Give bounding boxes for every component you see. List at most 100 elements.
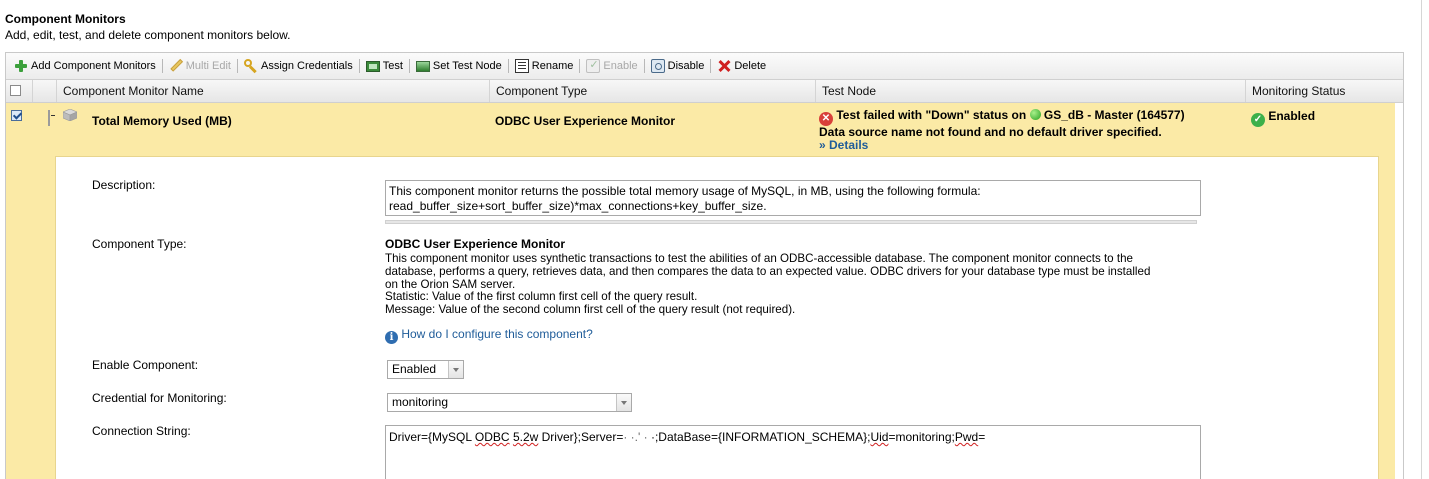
test-error-message: Data source name not found and no defaul… (819, 125, 1162, 139)
enable-component-label: Enable Component: (92, 358, 199, 372)
disable-icon (650, 59, 665, 73)
assign-credentials-label: Assign Credentials (260, 60, 353, 72)
add-icon (14, 59, 28, 73)
delete-button[interactable]: Delete (714, 56, 769, 76)
connection-string-label: Connection String: (92, 424, 191, 438)
toolbar-separator (236, 59, 238, 73)
connection-text: Uid (870, 430, 889, 444)
connection-text: Driver={MySQL (389, 430, 475, 444)
connection-text: · ·.' · (623, 430, 648, 444)
connection-text: Driver};Server= (538, 430, 624, 444)
node-up-icon (1029, 109, 1041, 120)
monitoring-status: ✓ Enabled (1251, 109, 1315, 127)
row-checkbox[interactable] (11, 110, 22, 121)
chevron-down-icon (448, 361, 463, 378)
delete-label: Delete (734, 60, 767, 72)
toolbar-separator (161, 59, 163, 73)
description-textarea[interactable]: This component monitor returns the possi… (385, 180, 1201, 216)
description-line-2: read_buffer_size+sort_buffer_size)*max_c… (389, 199, 767, 213)
error-icon: ✕ (819, 112, 833, 126)
component-detail-panel: Description: This component monitor retu… (55, 156, 1379, 479)
connection-text: = (978, 430, 986, 444)
help-link-row[interactable]: i How do I configure this component? (385, 327, 593, 344)
connection-text: ·;DataBase={INFORMATION_SCHEMA}; (647, 430, 871, 444)
connection-text: ODBC (474, 430, 510, 444)
component-type-title: ODBC User Experience Monitor (385, 237, 566, 251)
add-component-monitors-label: Add Component Monitors (31, 60, 156, 72)
credential-value: monitoring (392, 395, 449, 409)
toolbar: Add Component Monitors Multi Edit Assign… (6, 53, 1403, 80)
header-select-all-cell (6, 80, 32, 102)
assign-credentials-button[interactable]: Assign Credentials (241, 56, 356, 76)
set-test-node-button[interactable]: Set Test Node (413, 56, 505, 76)
description-label: Description: (92, 178, 156, 192)
component-type-description: This component monitor uses synthetic tr… (385, 252, 1215, 317)
rename-label: Rename (531, 60, 574, 72)
test-node-name[interactable]: GS_dB - Master (164577) (1044, 108, 1185, 122)
column-header-name[interactable]: Component Monitor Name (56, 80, 489, 102)
enabled-check-icon: ✓ (1251, 113, 1265, 127)
chevron-down-icon (616, 394, 631, 411)
toolbar-separator (408, 59, 410, 73)
component-type-line: Message: Value of the second column firs… (385, 303, 796, 317)
page-subtitle: Add, edit, test, and delete component mo… (5, 28, 291, 42)
column-header-type[interactable]: Component Type (489, 80, 815, 102)
component-cube-icon (63, 109, 77, 121)
row-expansion-band-right (1379, 156, 1395, 479)
connection-text: Pwd (954, 430, 979, 444)
component-monitors-panel: Add Component Monitors Multi Edit Assign… (5, 52, 1404, 479)
enable-icon (586, 58, 601, 73)
description-resize-grip[interactable] (385, 220, 1197, 224)
toolbar-separator (507, 59, 509, 73)
component-monitor-name[interactable]: Total Memory Used (MB) (92, 114, 232, 128)
enable-component-select[interactable]: Enabled (387, 360, 464, 379)
column-header-test-node[interactable]: Test Node (815, 80, 1245, 102)
toolbar-separator (710, 59, 712, 73)
multi-edit-button[interactable]: Multi Edit (166, 56, 234, 76)
table-header: Component Monitor Name Component Type Te… (6, 80, 1403, 103)
rename-icon (514, 59, 529, 73)
multi-edit-label: Multi Edit (185, 60, 231, 72)
component-type: ODBC User Experience Monitor (495, 114, 676, 128)
test-monitor-icon (365, 60, 380, 72)
page-right-divider (1421, 0, 1422, 479)
add-component-monitors-button[interactable]: Add Component Monitors (11, 56, 159, 76)
disable-button[interactable]: Disable (648, 56, 708, 76)
description-line-1: This component monitor returns the possi… (389, 184, 981, 198)
key-icon (243, 59, 258, 73)
credential-select[interactable]: monitoring (387, 393, 632, 412)
set-test-node-label: Set Test Node (432, 60, 502, 72)
component-type-label: Component Type: (92, 237, 187, 251)
page-title: Component Monitors (5, 12, 126, 26)
redaction-block (1038, 426, 1172, 436)
monitoring-status-value: Enabled (1268, 109, 1316, 123)
toolbar-separator (358, 59, 360, 73)
connection-text: 5.2w (512, 430, 539, 444)
toolbar-separator (579, 59, 581, 73)
details-link[interactable]: » Details (819, 139, 1239, 152)
rename-button[interactable]: Rename (512, 56, 577, 76)
component-type-line: database, performs a query, retrieves da… (385, 264, 1151, 278)
connection-text: =monitoring; (888, 430, 955, 444)
collapse-row-button[interactable] (48, 110, 50, 126)
pencil-icon (166, 56, 186, 76)
credential-label: Credential for Monitoring: (92, 391, 227, 405)
disable-label: Disable (667, 60, 705, 72)
select-all-checkbox[interactable] (10, 85, 21, 96)
toolbar-separator (643, 59, 645, 73)
test-node-cell: ✕ Test failed with "Down" status on GS_d… (819, 109, 1239, 152)
connection-string-textarea[interactable]: Driver={MySQL ODBC 5.2w Driver};Server=·… (385, 425, 1201, 479)
row-expansion-band-left (6, 156, 55, 479)
header-expand-cell (32, 80, 56, 102)
table-row[interactable]: Total Memory Used (MB) ODBC User Experie… (6, 103, 1395, 156)
test-label: Test (382, 60, 403, 72)
enable-label: Enable (603, 60, 638, 72)
delete-icon (717, 59, 731, 73)
help-link[interactable]: How do I configure this component? (401, 327, 592, 341)
enable-button[interactable]: Enable (583, 56, 640, 76)
enable-component-value: Enabled (392, 362, 437, 376)
test-button[interactable]: Test (363, 56, 406, 76)
column-header-monitoring-status[interactable]: Monitoring Status (1245, 80, 1396, 102)
test-status-prefix: Test failed with "Down" status on (836, 108, 1027, 122)
info-icon: i (385, 331, 398, 344)
